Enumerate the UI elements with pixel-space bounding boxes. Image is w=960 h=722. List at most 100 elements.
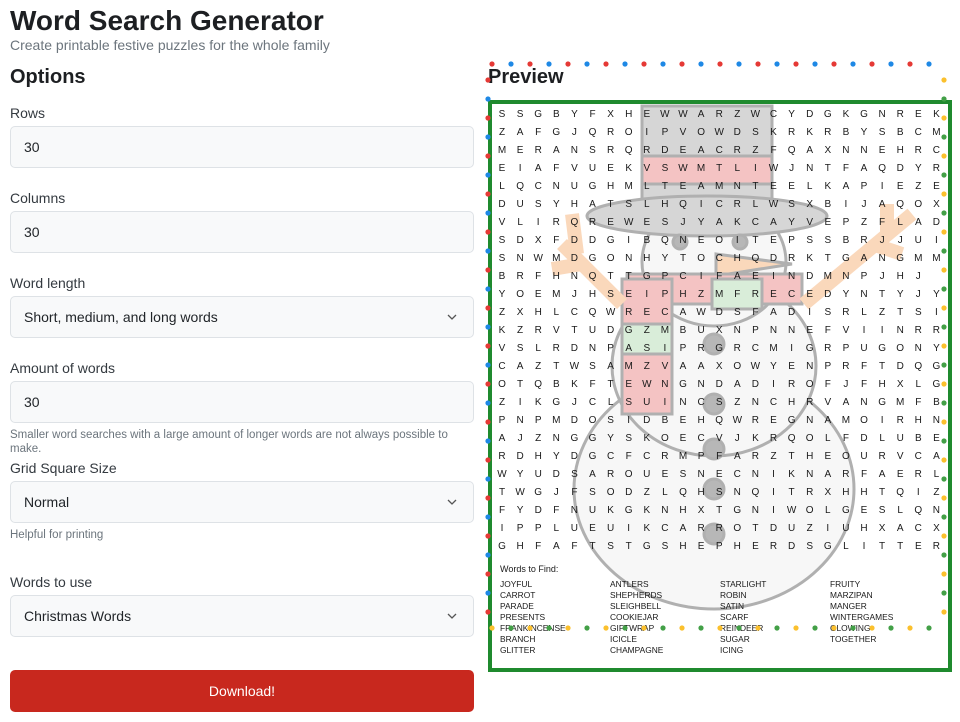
grid-letter: T — [879, 487, 885, 498]
puzzle-preview: SSGBYFXHEWWARZWCYDGKGNREKZAFGJQROIPVOWDS… — [488, 100, 952, 672]
grid-letter: W — [787, 505, 797, 516]
chevron-down-icon — [447, 314, 457, 320]
grid-letter: Y — [517, 505, 524, 516]
grid-letter: D — [571, 343, 578, 354]
grid-letter: G — [788, 415, 796, 426]
grid-letter: M — [552, 289, 560, 300]
grid-letter: A — [589, 199, 596, 210]
grid-letter: A — [499, 433, 506, 444]
grid-letter: I — [772, 379, 775, 390]
grid-letter: T — [897, 541, 903, 552]
grid-letter: N — [752, 469, 759, 480]
grid-letter: E — [879, 145, 886, 156]
grid-letter: S — [879, 505, 886, 516]
grid-letter: G — [824, 541, 832, 552]
word-length-select[interactable]: Short, medium, and long words — [10, 296, 474, 338]
word-item: WINTERGAMES — [830, 612, 894, 622]
grid-letter: F — [571, 487, 577, 498]
amount-input[interactable]: 30 — [10, 381, 474, 423]
grid-letter: Y — [499, 289, 506, 300]
grid-letter: T — [626, 541, 632, 552]
grid-letter: B — [843, 127, 850, 138]
grid-letter: W — [696, 307, 706, 318]
word-item: JOYFUL — [500, 579, 533, 589]
grid-letter: Y — [788, 109, 795, 120]
grid-letter: H — [516, 541, 523, 552]
grid-letter: L — [499, 181, 505, 192]
grid-letter: P — [788, 235, 795, 246]
grid-letter: M — [498, 145, 506, 156]
grid-letter: H — [806, 451, 813, 462]
grid-letter: E — [607, 163, 614, 174]
grid-letter: W — [660, 109, 670, 120]
grid-letter: M — [769, 343, 777, 354]
grid-letter: N — [933, 505, 940, 516]
grid-letter: N — [571, 271, 578, 282]
rows-input[interactable]: 30 — [10, 126, 474, 168]
grid-letter: M — [715, 289, 723, 300]
grid-letter: T — [825, 253, 831, 264]
grid-letter: P — [843, 343, 850, 354]
grid-letter: S — [589, 487, 596, 498]
grid-letter: A — [535, 163, 542, 174]
grid-letter: A — [589, 469, 596, 480]
grid-letter: F — [553, 505, 559, 516]
grid-letter: L — [608, 397, 614, 408]
grid-letter: A — [607, 361, 614, 372]
grid-letter: H — [679, 541, 686, 552]
grid-letter: Q — [534, 379, 542, 390]
grid-size-select[interactable]: Normal — [10, 481, 474, 523]
grid-letter: C — [734, 469, 741, 480]
words-to-use-select[interactable]: Christmas Words — [10, 595, 474, 637]
download-button[interactable]: Download! — [10, 670, 474, 712]
grid-letter: C — [697, 397, 704, 408]
grid-letter: U — [589, 163, 596, 174]
grid-letter: W — [570, 361, 580, 372]
grid-letter: S — [499, 235, 506, 246]
grid-letter: I — [772, 271, 775, 282]
grid-letter: U — [915, 235, 922, 246]
grid-letter: B — [824, 199, 831, 210]
grid-letter: H — [661, 199, 668, 210]
grid-letter: B — [933, 397, 940, 408]
grid-letter: Z — [644, 325, 650, 336]
grid-letter: Z — [933, 487, 939, 498]
grid-letter: W — [678, 109, 688, 120]
grid-letter: M — [552, 415, 560, 426]
grid-letter: I — [519, 163, 522, 174]
grid-letter: D — [553, 469, 560, 480]
grid-letter: I — [537, 217, 540, 228]
grid-letter: E — [806, 289, 813, 300]
grid-letter: Z — [535, 433, 541, 444]
grid-letter: P — [535, 415, 542, 426]
grid-letter: R — [842, 469, 849, 480]
chevron-down-icon — [447, 613, 457, 619]
grid-letter: I — [772, 487, 775, 498]
grid-size-label: Grid Square Size — [10, 460, 117, 476]
columns-input[interactable]: 30 — [10, 211, 474, 253]
grid-letter: A — [680, 523, 687, 534]
grid-letter: Z — [915, 181, 921, 192]
grid-letter: Q — [516, 181, 524, 192]
grid-letter: K — [770, 127, 777, 138]
grid-letter: G — [534, 487, 542, 498]
grid-letter: J — [880, 271, 885, 282]
grid-letter: Q — [715, 415, 723, 426]
grid-letter: R — [734, 199, 741, 210]
grid-letter: G — [571, 433, 579, 444]
grid-letter: D — [860, 433, 867, 444]
grid-letter: S — [662, 217, 669, 228]
grid-letter: T — [789, 451, 795, 462]
grid-letter: S — [517, 343, 524, 354]
grid-letter: K — [806, 253, 813, 264]
grid-letter: R — [553, 217, 560, 228]
grid-letter: N — [806, 469, 813, 480]
grid-letter: A — [843, 397, 850, 408]
grid-letter: F — [716, 271, 722, 282]
grid-letter: N — [661, 505, 668, 516]
grid-letter: F — [861, 361, 867, 372]
grid-letter: Q — [679, 199, 687, 210]
grid-letter: F — [843, 163, 849, 174]
grid-letter: L — [879, 433, 885, 444]
grid-letter: P — [662, 127, 669, 138]
